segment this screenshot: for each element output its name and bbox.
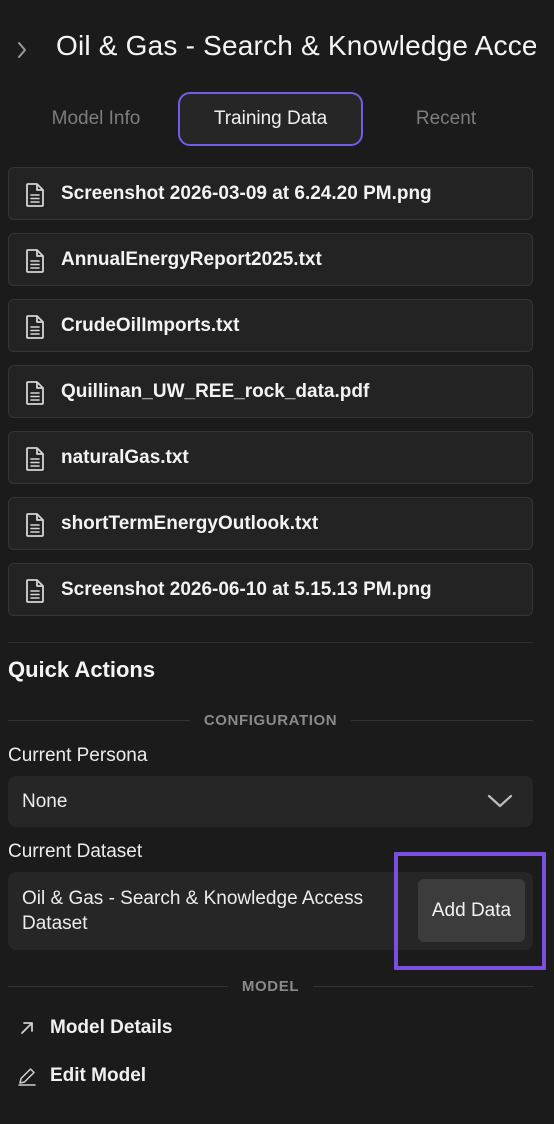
file-item[interactable]: shortTermEnergyOutlook.txt — [8, 497, 533, 550]
file-text-icon — [23, 314, 47, 340]
file-item[interactable]: AnnualEnergyReport2025.txt — [8, 233, 533, 286]
file-name: AnnualEnergyReport2025.txt — [61, 248, 322, 270]
configuration-section-label: CONFIGURATION — [8, 710, 534, 730]
page-title: Oil & Gas - Search & Knowledge Access ..… — [56, 30, 536, 61]
model-details-label: Model Details — [50, 1017, 173, 1038]
tab-training-data[interactable]: Training Data — [178, 92, 363, 146]
file-item[interactable]: Quillinan_UW_REE_rock_data.pdf — [8, 365, 533, 418]
file-name: Screenshot 2026-06-10 at 5.15.13 PM.png — [61, 578, 432, 600]
tab-bar: Model Info Training Data Recent — [0, 92, 554, 148]
file-text-icon — [23, 380, 47, 406]
edit-model-label: Edit Model — [50, 1065, 147, 1086]
file-item[interactable]: naturalGas.txt — [8, 431, 533, 484]
persona-select[interactable]: None — [8, 776, 533, 827]
panel-header: Oil & Gas - Search & Knowledge Access ..… — [0, 24, 554, 74]
file-item[interactable]: CrudeOilImports.txt — [8, 299, 533, 352]
file-text-icon — [23, 578, 47, 604]
tab-recent[interactable]: Recent — [384, 92, 508, 146]
chevron-down-icon — [487, 792, 513, 810]
file-name: Screenshot 2026-03-09 at 6.24.20 PM.png — [61, 182, 432, 204]
arrow-up-right-icon — [16, 1017, 38, 1039]
quick-actions-title: Quick Actions — [8, 657, 156, 682]
file-name: Quillinan_UW_REE_rock_data.pdf — [61, 380, 370, 402]
dataset-label: Current Dataset — [8, 841, 143, 862]
chevron-right-icon[interactable] — [12, 40, 32, 60]
file-text-icon — [23, 446, 47, 472]
file-name: CrudeOilImports.txt — [61, 314, 240, 336]
edit-model-action[interactable]: Edit Model — [8, 1061, 308, 1091]
file-item[interactable]: Screenshot 2026-06-10 at 5.15.13 PM.png — [8, 563, 533, 616]
training-data-panel: Oil & Gas - Search & Knowledge Access ..… — [0, 0, 554, 1124]
model-details-action[interactable]: Model Details — [8, 1013, 308, 1043]
add-data-button[interactable]: Add Data — [418, 879, 525, 942]
model-section-label: MODEL — [8, 976, 534, 996]
file-name: shortTermEnergyOutlook.txt — [61, 512, 319, 534]
model-label: MODEL — [241, 977, 300, 995]
configuration-label: CONFIGURATION — [203, 711, 338, 729]
file-text-icon — [23, 248, 47, 274]
pencil-icon — [16, 1065, 38, 1087]
file-name: naturalGas.txt — [61, 446, 189, 468]
dataset-name: Oil & Gas - Search & Knowledge Access Da… — [22, 888, 364, 934]
file-item[interactable]: Screenshot 2026-03-09 at 6.24.20 PM.png — [8, 167, 533, 220]
persona-value: None — [22, 790, 68, 812]
persona-label: Current Persona — [8, 745, 148, 766]
tab-model-info[interactable]: Model Info — [30, 92, 162, 146]
file-text-icon — [23, 182, 47, 208]
file-text-icon — [23, 512, 47, 538]
section-divider — [8, 642, 533, 643]
